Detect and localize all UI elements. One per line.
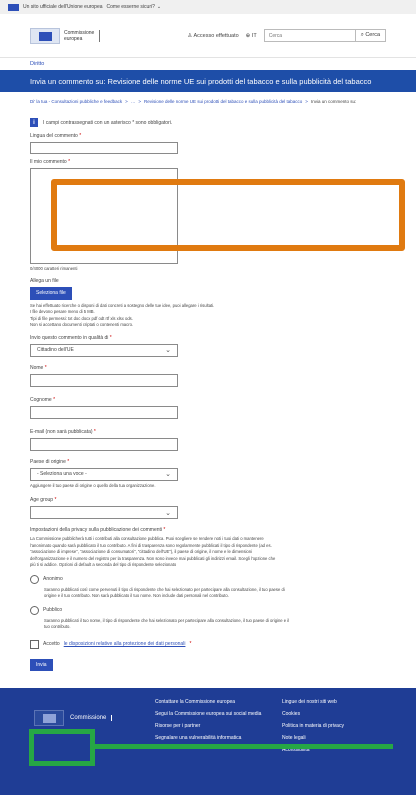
age-group-label: Age group * bbox=[30, 497, 57, 503]
green-highlight-line bbox=[95, 744, 393, 749]
radio-button[interactable] bbox=[30, 574, 39, 584]
search-button[interactable]: ⌕ Cerca bbox=[354, 30, 385, 41]
chevron-down-icon: ⌄ bbox=[165, 509, 171, 517]
accept-checkbox[interactable] bbox=[30, 639, 39, 649]
radio-public[interactable]: Pubblico bbox=[30, 605, 386, 615]
breadcrumb-separator: > bbox=[125, 98, 128, 104]
required-info: i I campi contrassegnati con un asterisc… bbox=[30, 118, 386, 127]
eu-flag-icon bbox=[8, 3, 19, 11]
accept-privacy[interactable]: Accetto le disposizioni relative alla pr… bbox=[30, 639, 386, 649]
language-label: Lingua del commento * bbox=[30, 133, 82, 139]
surname-label: Cognome * bbox=[30, 396, 56, 403]
footer-link[interactable]: Contattare la Commissione europea bbox=[155, 699, 261, 711]
file-help: Se hai effettuato ricerche o disponi di … bbox=[30, 302, 215, 328]
language-switcher[interactable]: ⊕ IT bbox=[246, 33, 257, 39]
footer-links-col2: Lingue dei nostri siti web Cookies Polit… bbox=[282, 699, 344, 759]
search-icon: ⌕ bbox=[360, 32, 364, 38]
country-select[interactable]: - Seleziona una voce - ⌄ bbox=[30, 467, 178, 481]
breadcrumb-separator: > bbox=[138, 98, 141, 104]
footer-logo-text: Commissione bbox=[70, 715, 113, 721]
page-title: Invia un commento su: Revisione delle no… bbox=[0, 70, 416, 92]
privacy-link[interactable]: le disposizioni relative alla protezione… bbox=[64, 641, 186, 647]
eu-official-text: Un sito ufficiale dell'Unione europea bbox=[23, 4, 103, 10]
footer-link[interactable]: Risorse per i partner bbox=[155, 723, 261, 735]
anonymous-label: Anonimo bbox=[43, 576, 63, 582]
logo-text: Commissione europea bbox=[64, 29, 101, 42]
chevron-down-icon: ⌄ bbox=[156, 4, 162, 10]
firstname-label: Nome * bbox=[30, 364, 47, 371]
language-select[interactable] bbox=[30, 142, 178, 154]
country-help: Aggiungere il tuo paese di origine o que… bbox=[30, 482, 156, 488]
chevron-down-icon: ⌄ bbox=[165, 347, 171, 354]
capacity-select[interactable]: Cittadino dell'UE ⌄ bbox=[30, 343, 178, 357]
footer-link[interactable]: Cookies bbox=[282, 711, 344, 723]
submit-button[interactable]: Invia bbox=[30, 658, 53, 671]
login-link[interactable]: ♙ Accesso effettuato bbox=[187, 33, 238, 39]
breadcrumb-separator: > bbox=[305, 98, 308, 104]
public-description: Saranno pubblicati il tuo nome, il tipo … bbox=[44, 617, 290, 630]
eu-official-bar: Un sito ufficiale dell'Unione europea Co… bbox=[0, 0, 416, 14]
attach-label: Allega un file bbox=[30, 277, 59, 284]
breadcrumb-item[interactable]: Di' la tua - Consultazioni pubbliche e f… bbox=[30, 99, 122, 104]
info-icon: i bbox=[30, 118, 38, 127]
radio-anonymous[interactable]: Anonimo bbox=[30, 574, 386, 584]
how-to-verify-link[interactable]: Come esserne sicuri? bbox=[107, 4, 155, 10]
privacy-text: La Commissione pubblicherà tutti i contr… bbox=[30, 536, 276, 567]
footer-links-col1: Contattare la Commissione europea Segui … bbox=[155, 699, 261, 747]
globe-icon: ⊕ bbox=[245, 32, 251, 39]
country-label: Paese di origine * bbox=[30, 458, 70, 465]
european-commission-logo-icon bbox=[34, 710, 64, 726]
chevron-down-icon: ⌄ bbox=[165, 471, 171, 478]
public-label: Pubblico bbox=[43, 607, 63, 613]
age-group-select[interactable]: ⌄ bbox=[30, 506, 178, 519]
footer-logo[interactable]: Commissione bbox=[34, 710, 113, 726]
european-commission-logo-icon[interactable] bbox=[30, 27, 60, 44]
footer-link[interactable]: Segui la Commissione europea sui social … bbox=[155, 711, 261, 723]
breadcrumb-item[interactable]: Revisione delle norme UE sui prodotti de… bbox=[144, 99, 302, 104]
site-section-link[interactable]: Diritto bbox=[0, 58, 416, 70]
firstname-input[interactable] bbox=[30, 373, 178, 387]
email-label: E-mail (non sarà pubblicata) * bbox=[30, 428, 96, 435]
search-form: ⌕ Cerca bbox=[263, 29, 386, 42]
green-highlight-box bbox=[29, 729, 95, 766]
required-info-text: I campi contrassegnati con un asterisco … bbox=[43, 119, 173, 126]
capacity-label: Invio questo commento in qualità di * bbox=[30, 334, 112, 341]
search-input[interactable] bbox=[264, 30, 355, 41]
breadcrumb-item[interactable]: … bbox=[131, 99, 136, 104]
user-icon: ♙ bbox=[187, 32, 193, 39]
radio-button[interactable] bbox=[30, 605, 39, 615]
comment-label: Il mio commento * bbox=[30, 159, 71, 165]
orange-highlight-box bbox=[51, 179, 405, 251]
select-file-button[interactable]: Seleziona file bbox=[30, 286, 72, 300]
anonymous-description: Saranno pubblicati così come pervenuti i… bbox=[44, 586, 285, 599]
chars-remaining: 0/4000 caratteri rimanenti bbox=[30, 266, 78, 271]
email-input[interactable] bbox=[30, 437, 178, 451]
surname-input[interactable] bbox=[30, 405, 178, 419]
footer-link[interactable]: Lingue dei nostri siti web bbox=[282, 699, 344, 711]
site-header: Commissione europea ♙ Accesso effettuato… bbox=[0, 14, 416, 58]
footer-link[interactable]: Politica in materia di privacy bbox=[282, 723, 344, 735]
breadcrumb-current: Invia un commento su: bbox=[310, 98, 357, 104]
accept-prefix: Accetto bbox=[43, 641, 60, 647]
breadcrumb: Di' la tua - Consultazioni pubbliche e f… bbox=[0, 92, 416, 110]
privacy-title: Impostazioni della privacy sulla pubblic… bbox=[30, 527, 166, 533]
